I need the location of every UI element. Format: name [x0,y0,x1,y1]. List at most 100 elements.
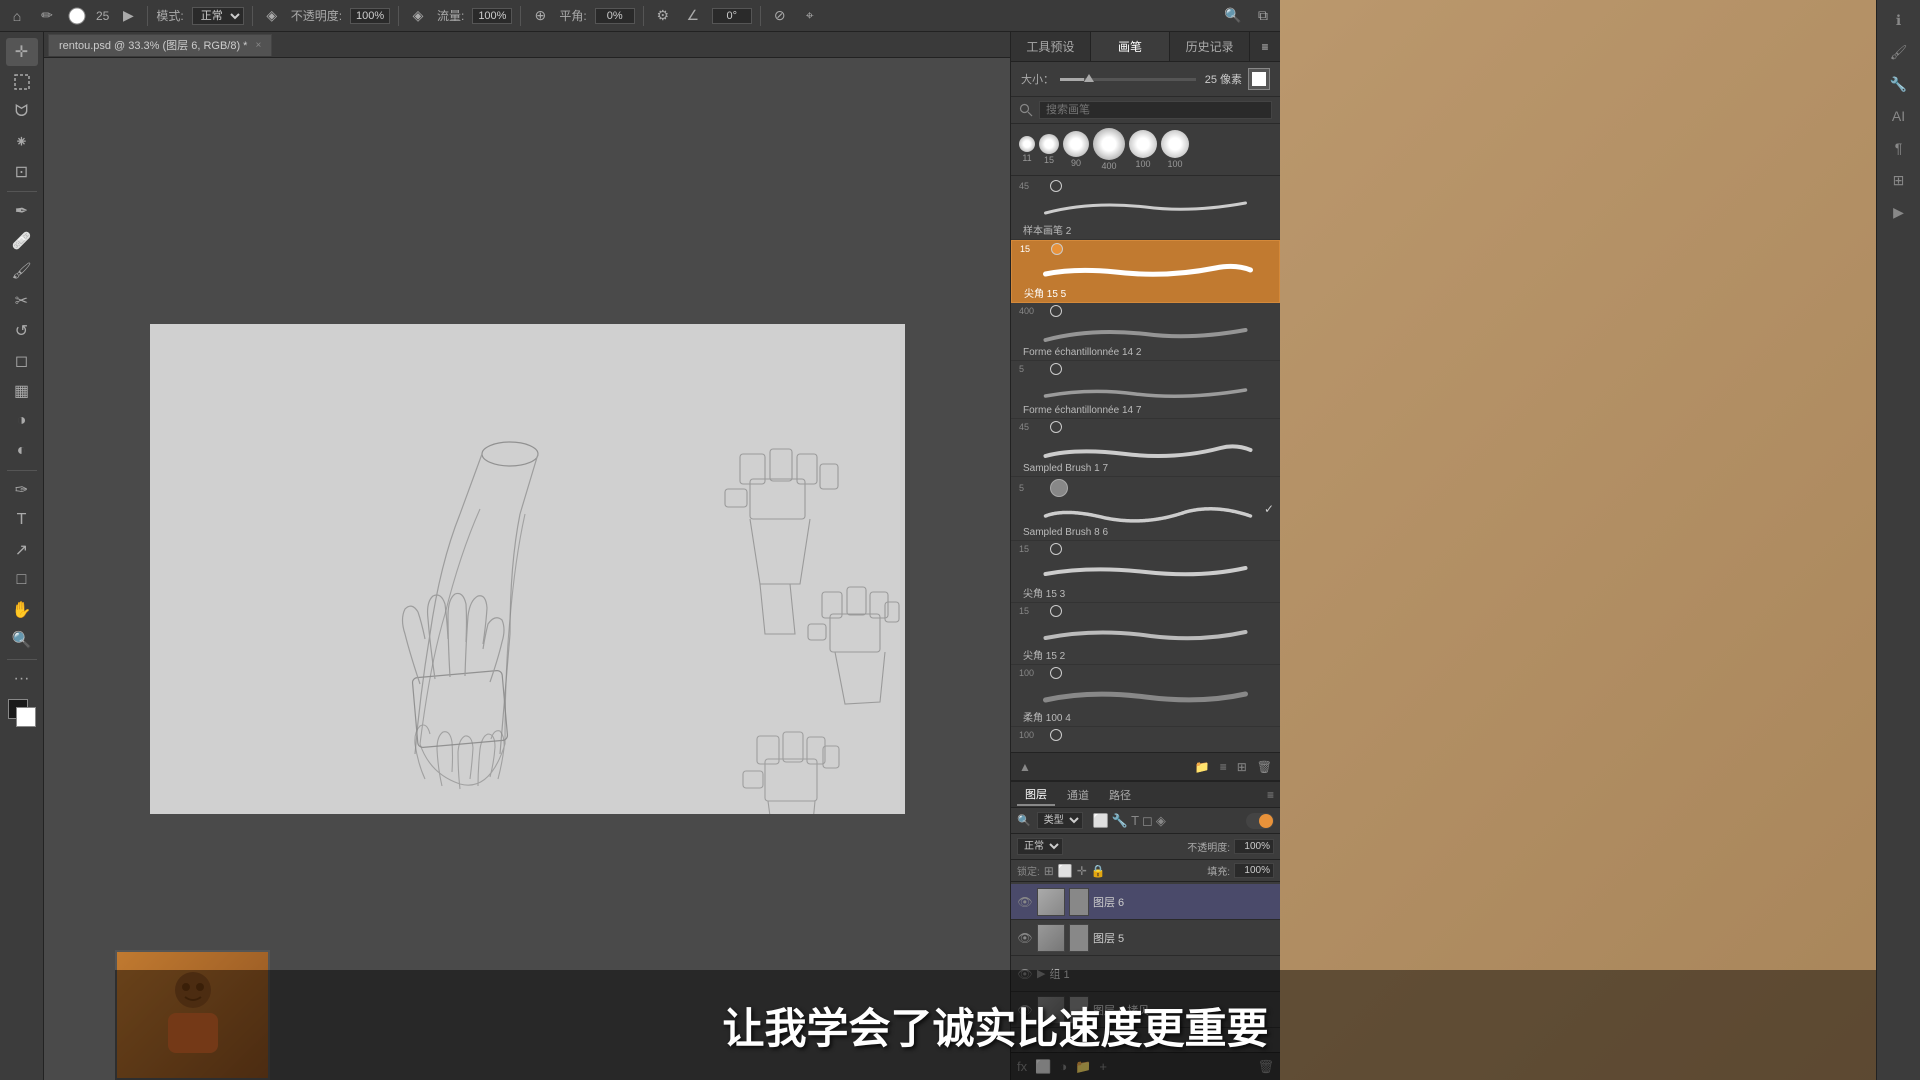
angle2-icon[interactable]: ∠ [682,5,704,27]
layers-panel-menu[interactable]: ≡ [1267,788,1274,802]
selection-tool[interactable] [6,68,38,96]
layer-visibility-1[interactable]: 👁 [1017,930,1033,946]
brush-item-0[interactable]: 45 样本画笔 2 [1011,178,1280,240]
opacity-input-layers[interactable] [1234,839,1274,854]
far-right-icon-5[interactable]: ¶ [1884,134,1914,162]
fill-input[interactable] [1234,863,1274,878]
lock-artboard-icon[interactable]: 🔒 [1091,864,1106,878]
preset-6[interactable]: 100 [1161,130,1189,169]
layer-visibility-2[interactable]: 👁 [1017,966,1033,982]
brush-item-6[interactable]: 15 尖角 15 3 [1011,541,1280,603]
filter-type-select[interactable]: 类型 [1037,812,1083,829]
brush-folder-icon[interactable]: ▲ [1019,760,1031,774]
far-right-icon-7[interactable]: ▶ [1884,198,1914,226]
settings-icon[interactable]: ⚙ [652,5,674,27]
text-tool[interactable]: T [6,506,38,534]
history-brush-tool[interactable]: ↺ [6,317,38,345]
brush-item-1[interactable]: 15 尖角 15 5 [1011,240,1280,303]
filter-toggle[interactable] [1246,813,1274,829]
opacity-value[interactable]: 100% [350,8,390,24]
tab-tool-presets[interactable]: 工具预设 [1011,32,1091,61]
filter-pixel-icon[interactable]: ⬜ [1093,813,1109,829]
brush-item-5[interactable]: 5 Sampled Brush 8 6 ✓ [1011,477,1280,541]
layer-visibility-3[interactable]: 👁 [1017,1002,1033,1018]
filter-shape-icon[interactable]: ◻ [1142,813,1153,829]
lock-pixel-icon[interactable]: ⬜ [1058,864,1073,878]
new-layer-icon[interactable]: + [1099,1059,1107,1074]
brush-tool-icon[interactable]: ✏ [36,5,58,27]
filter-smart-icon[interactable]: ◈ [1156,813,1166,829]
eyedropper-tool[interactable]: ✒ [6,197,38,225]
tab-channels[interactable]: 通道 [1059,785,1097,805]
filter-text-icon[interactable]: T [1131,813,1139,829]
opacity-icon[interactable]: ◈ [261,5,283,27]
zoom-tool[interactable]: 🔍 [6,626,38,654]
brush-item-7[interactable]: 15 尖角 15 2 [1011,603,1280,665]
tab-close-button[interactable]: × [255,40,261,51]
pen-tool[interactable]: ✑ [6,476,38,504]
path-tool[interactable]: ↗ [6,536,38,564]
hand-tool[interactable]: ✋ [6,596,38,624]
far-right-icon-2[interactable]: 🖌 [1884,38,1914,66]
angle-value[interactable]: 0% [595,8,635,24]
crop-tool[interactable]: ⊡ [6,158,38,186]
lasso-tool[interactable]: ᗢ [6,98,38,126]
size-slider-thumb[interactable] [1084,74,1094,82]
dodge-tool[interactable]: ◐ [6,437,38,465]
eraser-tool[interactable]: ◻ [6,347,38,375]
adjustment-icon[interactable]: ◑ [1059,1059,1067,1074]
video-thumbnail[interactable] [115,950,270,1080]
preset-1[interactable]: 11 [1019,136,1035,163]
magic-wand-tool[interactable]: ⁕ [6,128,38,156]
brush-item-8[interactable]: 100 柔角 100 4 [1011,665,1280,727]
flow-icon[interactable]: ◈ [407,5,429,27]
layer-item-3[interactable]: 👁 图层 4 拷贝 [1011,992,1280,1028]
filter-adjust-icon[interactable]: 🔧 [1112,813,1128,829]
preset-3[interactable]: 90 [1063,131,1089,168]
brush-item-2[interactable]: 400 Forme échantillonnée 14 2 [1011,303,1280,361]
preset-4[interactable]: 400 [1093,128,1125,171]
brush-list-view-icon[interactable]: ≡ [1220,760,1227,774]
angle-icon[interactable]: ⊕ [529,5,551,27]
brush-grid-view-icon[interactable]: ⊞ [1237,760,1247,774]
brush-delete-icon[interactable]: 🗑 [1257,760,1272,774]
far-right-icon-6[interactable]: ⊞ [1884,166,1914,194]
brush-tool[interactable]: 🖌 [6,257,38,285]
layer-item-0[interactable]: 👁 图层 6 [1011,884,1280,920]
pressure-icon[interactable]: ⊘ [769,5,791,27]
tab-brush[interactable]: 画笔 [1091,32,1171,61]
brush-item-9[interactable]: 100 柔角 100 6 [1011,727,1280,752]
lock-position-icon[interactable]: ⊞ [1044,864,1054,878]
home-icon[interactable]: ⌂ [6,5,28,27]
heal-tool[interactable]: 🩹 [6,227,38,255]
far-right-icon-3[interactable]: 🔧 [1884,70,1914,98]
group-expand-icon[interactable]: ▶ [1037,967,1045,980]
far-right-icon-4[interactable]: AI [1884,102,1914,130]
brush-options-icon[interactable]: ▶ [117,5,139,27]
delete-layer-icon[interactable]: 🗑 [1257,1059,1274,1075]
extra-tools[interactable]: ··· [6,665,38,693]
canvas-tab[interactable]: rentou.psd @ 33.3% (图层 6, RGB/8) * × [48,34,272,56]
brush-item-3[interactable]: 5 Forme échantillonnée 14 7 [1011,361,1280,419]
blur-tool[interactable]: ◑ [6,407,38,435]
lock-move-icon[interactable]: ✛ [1077,864,1087,878]
add-mask-icon[interactable]: ⬜ [1035,1059,1051,1075]
tab-history[interactable]: 历史记录 [1170,32,1250,61]
foreground-color[interactable] [8,699,36,727]
brush-item-4[interactable]: 45 Sampled Brush 1 7 [1011,419,1280,477]
layer-item-1[interactable]: 👁 图层 5 [1011,920,1280,956]
blend-mode-select[interactable]: 正常 [1017,838,1063,855]
preset-5[interactable]: 100 [1129,130,1157,169]
layer-visibility-0[interactable]: 👁 [1017,894,1033,910]
flow-value[interactable]: 100% [472,8,512,24]
move-tool[interactable]: ✛ [6,38,38,66]
arrange-icon[interactable]: ⧉ [1252,5,1274,27]
clone-tool[interactable]: ✂ [6,287,38,315]
preset-2[interactable]: 15 [1039,134,1059,165]
far-right-icon-1[interactable]: ℹ [1884,6,1914,34]
layer-item-2[interactable]: 👁 ▶ 组 1 [1011,956,1280,992]
brush-selector-icon[interactable] [66,5,88,27]
fx-icon[interactable]: fx [1017,1059,1027,1074]
panel-menu-icon[interactable]: ≡ [1250,40,1280,54]
angle2-value[interactable]: 0° [712,8,752,24]
